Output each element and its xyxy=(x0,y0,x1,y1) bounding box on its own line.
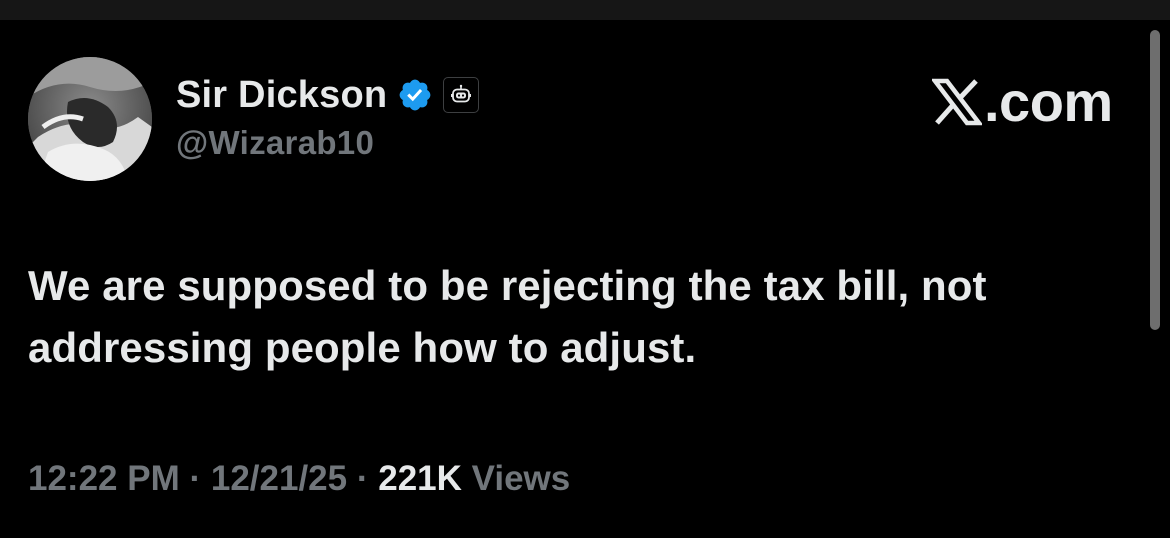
author-display-name[interactable]: Sir Dickson xyxy=(176,74,387,117)
tweet-text: We are supposed to be rejecting the tax … xyxy=(28,262,987,371)
views-label: Views xyxy=(471,459,571,498)
tweet-date[interactable]: 12/21/25 xyxy=(211,459,347,498)
robot-icon[interactable] xyxy=(443,77,480,113)
avatar-photo xyxy=(28,57,152,181)
scrollbar[interactable] xyxy=(1150,30,1160,330)
tweet-metadata: 12:22 PM · 12/21/25 · 221K Views xyxy=(28,459,570,499)
meta-separator: · xyxy=(356,459,369,498)
brand-domain-label: .com xyxy=(984,70,1113,133)
tweet-time[interactable]: 12:22 PM xyxy=(28,459,180,498)
avatar[interactable] xyxy=(28,57,152,181)
views-count[interactable]: 221K xyxy=(378,459,462,498)
top-strip xyxy=(0,0,1170,20)
author-handle[interactable]: @Wizarab10 xyxy=(176,124,374,162)
author-name-row: Sir Dickson xyxy=(176,72,480,118)
x-logo-icon xyxy=(932,78,982,126)
meta-separator: · xyxy=(189,459,202,498)
brand-watermark: .com xyxy=(932,74,1113,130)
verified-badge-icon[interactable] xyxy=(397,77,433,113)
